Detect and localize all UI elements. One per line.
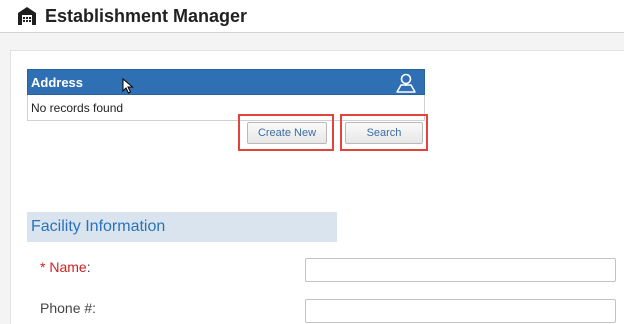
address-grid-title: Address xyxy=(31,75,84,90)
name-label-text: Name xyxy=(49,259,87,275)
phone-label: Phone #: xyxy=(40,300,97,316)
name-label-colon: : xyxy=(86,259,91,275)
name-input[interactable] xyxy=(305,258,616,282)
warehouse-icon xyxy=(18,7,36,25)
phone-input[interactable] xyxy=(305,299,616,323)
create-new-button[interactable]: Create New xyxy=(247,122,327,144)
page-title: Establishment Manager xyxy=(45,6,248,26)
empty-records-text: No records found xyxy=(31,101,124,115)
facility-section-title: Facility Information xyxy=(31,218,166,235)
name-label: * Name: xyxy=(40,259,91,275)
top-bar: Establishment Manager xyxy=(0,0,624,33)
map-pin-icon[interactable] xyxy=(394,72,418,94)
facility-section-header: Facility Information xyxy=(27,212,337,242)
required-marker: * xyxy=(40,259,50,275)
search-button[interactable]: Search xyxy=(345,122,423,144)
address-grid-header: Address xyxy=(27,69,425,95)
mouse-cursor-icon xyxy=(122,78,134,94)
